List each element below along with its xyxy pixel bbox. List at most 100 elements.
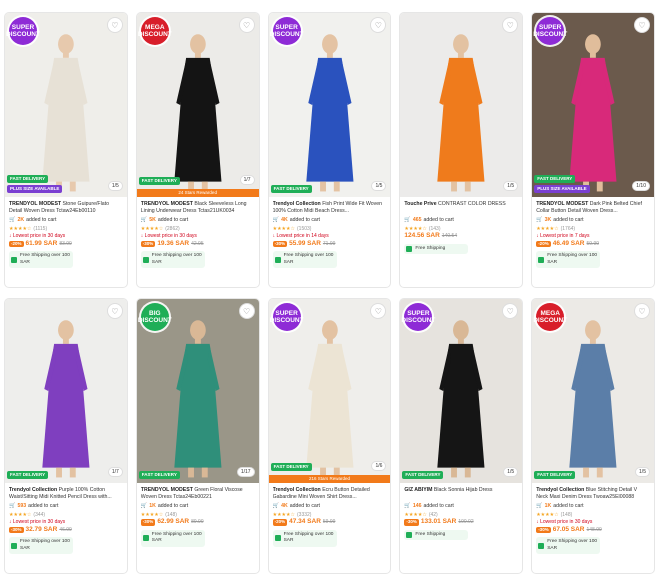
plus-size-label: PLUS SIZE AVAILABLE — [7, 185, 63, 193]
cart-text: added to cart — [553, 503, 584, 509]
product-title[interactable]: TRENDYOL MODEST Dark Pink Belted Chief C… — [536, 201, 650, 215]
favorite-heart-icon[interactable]: ♡ — [106, 17, 123, 33]
price-row: -20% 47.34 SAR 59.99 — [272, 518, 387, 526]
favorite-heart-icon[interactable]: ♡ — [633, 303, 650, 319]
cart-text: added to cart — [28, 503, 59, 509]
product-brand: TRENDYOL MODEST — [9, 201, 62, 207]
badge-line2: DISCOUNT — [269, 31, 304, 38]
product-image[interactable]: MEGA DISCOUNT ♡ FAST DELIVERY 1/5 — [532, 299, 654, 483]
cart-count: 465 — [412, 217, 422, 223]
rating-count: (2862) — [165, 225, 180, 232]
cart-count: 4K — [281, 217, 288, 223]
rating-count: (148) — [560, 511, 573, 518]
cart-count: 3K — [544, 217, 552, 223]
favorite-heart-icon[interactable]: ♡ — [633, 17, 650, 33]
product-image[interactable]: SUPER DISCOUNT ♡ FAST DELIVERY 1/5 — [400, 299, 523, 483]
old-price: 59.99 — [322, 519, 336, 525]
product-card[interactable]: SUPER DISCOUNT ♡ FAST DELIVERY 1/5 GIZ A… — [399, 298, 524, 574]
image-counter: 1/5 — [371, 181, 387, 191]
rating-count: (1115) — [33, 225, 48, 232]
stars-icon: ★★★★☆ — [140, 225, 164, 232]
product-image[interactable]: ♡ FAST DELIVERY 1/7 — [5, 299, 127, 483]
discount-tag: -30% — [404, 519, 419, 526]
shipping-text: Free Shipping — [415, 531, 446, 537]
current-price: 133.01 SAR — [420, 518, 457, 525]
product-card[interactable]: SUPER DISCOUNT ♡ FAST DELIVERY PLUS SIZE… — [531, 12, 655, 288]
product-brand: TRENDYOL MODEST — [140, 201, 193, 207]
rating-count: (344) — [33, 511, 46, 518]
badge-line1: SUPER — [407, 310, 430, 317]
discount-tag: -20% — [536, 240, 551, 247]
product-name: CONTRAST COLOR DRESS — [438, 201, 506, 207]
added-to-cart-info: 🛒 593 added to cart — [9, 503, 123, 510]
discount-badge: MEGA DISCOUNT — [138, 17, 172, 45]
product-title[interactable]: Touche Prive CONTRAST COLOR DRESS — [404, 201, 518, 215]
product-title[interactable]: Trendyol Collection Blue Stitching Detai… — [536, 487, 650, 501]
cart-text: added to cart — [289, 503, 320, 509]
product-info: Trendyol Collection Ecru Button Detailed… — [269, 483, 391, 547]
badge-line2: DISCOUNT — [137, 317, 172, 324]
product-info: TRENDYOL MODEST Black Sleeveless Long Li… — [137, 197, 259, 268]
product-image[interactable]: SUPER DISCOUNT ♡ FAST DELIVERY PLUS SIZE… — [532, 13, 654, 197]
product-card[interactable]: SUPER DISCOUNT ♡ FAST DELIVERY 1/5 Trend… — [267, 12, 392, 288]
price-row: -30% 32.79 SAR 46.99 — [9, 525, 123, 533]
price-row: 124.56 SAR 140.54 — [404, 232, 518, 240]
product-image[interactable]: ♡ 1/5 — [400, 13, 523, 197]
product-title[interactable]: TRENDYOL MODEST Green Floral Viscose Wov… — [141, 487, 255, 501]
cart-count: 2K — [17, 217, 25, 223]
favorite-heart-icon[interactable]: ♡ — [238, 303, 255, 319]
fast-delivery-label: FAST DELIVERY — [270, 463, 312, 471]
lowest-price-note: ↓ Lowest price in 7 days — [536, 233, 590, 239]
added-to-cart-info: 🛒 146 added to cart — [404, 503, 518, 510]
shipping-text: Free Shipping over 100 SAR — [547, 539, 598, 551]
product-title[interactable]: Trendyol Collection Ecru Button Detailed… — [273, 487, 387, 501]
lowest-price-note: ↓ Lowest price in 30 days — [9, 233, 66, 239]
added-to-cart-info: 🛒 5K added to cart — [141, 217, 255, 224]
current-price: 32.79 SAR — [25, 525, 58, 533]
product-card[interactable]: ♡ 1/5 Touche Prive CONTRAST COLOR DRESS … — [399, 12, 524, 288]
rating-stars: ★★★★☆ (2862) — [141, 226, 255, 233]
product-card[interactable]: MEGA DISCOUNT ♡ FAST DELIVERY 1/5 Trendy… — [531, 298, 655, 574]
product-title[interactable]: TRENDYOL MODEST Stone Guipure/Flato Deta… — [9, 201, 123, 215]
current-price: 55.99 SAR — [289, 239, 321, 247]
truck-icon — [274, 256, 281, 263]
cart-count: 146 — [412, 503, 422, 509]
product-card[interactable]: BIG DISCOUNT ♡ FAST DELIVERY 1/17 TRENDY… — [135, 298, 260, 574]
shipping-text: Free Shipping over 100 SAR — [283, 531, 334, 544]
truck-icon — [538, 542, 545, 549]
product-row-1: SUPER DISCOUNT ♡ FAST DELIVERY PLUS SIZE… — [4, 12, 655, 288]
stars-rewarded-strip: 24 Stars Rewarded — [136, 189, 259, 197]
old-price: 148.99 — [586, 526, 602, 533]
product-title[interactable]: TRENDYOL MODEST Black Sleeveless Long Li… — [141, 201, 255, 215]
current-price: 62.99 SAR — [157, 518, 190, 525]
price-row: -20% 46.49 SAR 59.99 — [536, 240, 650, 247]
rating-stars: ★★★★☆ (344) — [9, 512, 123, 519]
shipping-text: Free Shipping over 100 SAR — [151, 531, 202, 544]
product-card[interactable]: SUPER DISCOUNT ♡ FAST DELIVERY 1/6 216 S… — [267, 298, 392, 574]
product-image[interactable]: SUPER DISCOUNT ♡ FAST DELIVERY 1/6 216 S… — [268, 299, 391, 483]
added-to-cart-info: 🛒 1K added to cart — [536, 503, 650, 510]
product-name: Black Sonnia Hijab Dress — [433, 487, 493, 493]
product-image[interactable]: BIG DISCOUNT ♡ FAST DELIVERY 1/17 — [136, 299, 259, 483]
product-image[interactable]: SUPER DISCOUNT ♡ FAST DELIVERY PLUS SIZE… — [5, 13, 127, 197]
badge-line1: SUPER — [275, 310, 298, 317]
product-title[interactable]: Trendyol Collection Purple 100% Cotton W… — [9, 487, 123, 501]
product-card[interactable]: SUPER DISCOUNT ♡ FAST DELIVERY PLUS SIZE… — [4, 12, 128, 288]
product-grid: SUPER DISCOUNT ♡ FAST DELIVERY PLUS SIZE… — [4, 12, 655, 584]
cart-count: 593 — [17, 503, 27, 509]
cart-text: added to cart — [26, 217, 57, 223]
favorite-heart-icon[interactable]: ♡ — [238, 17, 255, 33]
product-title[interactable]: GIZ ABIYIM Black Sonnia Hijab Dress — [404, 487, 518, 501]
current-price: 67.05 SAR — [552, 525, 585, 533]
badge-line2: DISCOUNT — [6, 31, 40, 38]
product-image[interactable]: MEGA DISCOUNT ♡ FAST DELIVERY 1/7 24 Sta… — [136, 13, 259, 197]
stars-icon: ★★★★☆ — [9, 511, 32, 518]
product-image[interactable]: SUPER DISCOUNT ♡ FAST DELIVERY 1/5 — [268, 13, 391, 197]
product-card[interactable]: MEGA DISCOUNT ♡ FAST DELIVERY 1/7 24 Sta… — [135, 12, 260, 288]
product-title[interactable]: Trendyol Collection Fish Print Wide Fit … — [273, 201, 387, 215]
product-card[interactable]: ♡ FAST DELIVERY 1/7 Trendyol Collection … — [4, 298, 128, 574]
favorite-heart-icon[interactable]: ♡ — [106, 303, 123, 319]
lowest-price-note: ↓ Lowest price in 30 days — [140, 233, 197, 239]
cart-text: added to cart — [157, 217, 189, 223]
discount-badge: SUPER DISCOUNT — [269, 17, 304, 45]
